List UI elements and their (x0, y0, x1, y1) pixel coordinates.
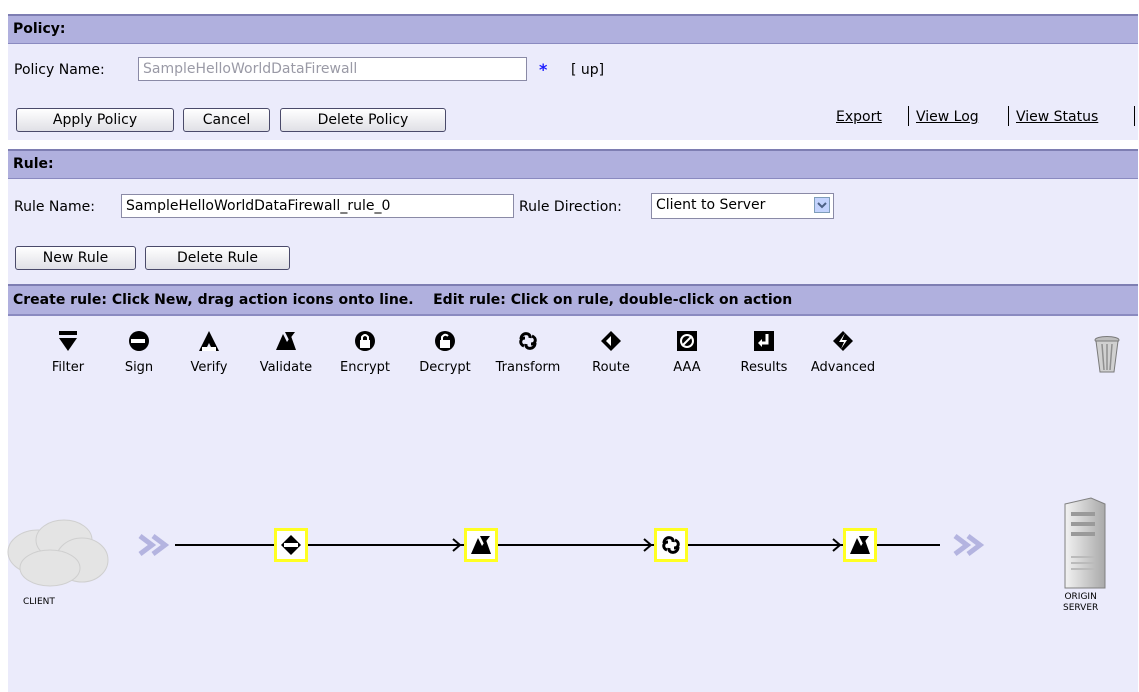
rule-panel: Rule Name: Rule Direction: Client to Ser… (8, 179, 1138, 284)
transform-action[interactable] (654, 528, 688, 562)
rule-direction-label: Rule Direction: (519, 199, 622, 215)
policy-name-label: Policy Name: (14, 62, 105, 78)
transform-icon (657, 534, 685, 556)
match-action[interactable] (274, 528, 308, 562)
rule-instructions: Create rule: Click New, drag action icon… (8, 284, 1138, 315)
link-divider (1008, 106, 1009, 126)
link-divider (908, 106, 909, 126)
policy-panel: Policy Name: * [ up] Apply Policy Cancel… (8, 44, 1138, 140)
policy-status: [ up] (571, 62, 605, 78)
export-link[interactable]: Export (836, 109, 882, 125)
required-mark: * (539, 60, 548, 79)
rule-editor-canvas[interactable]: Filter Sign Verify Validate Encrypt Decrypt Tr… (7, 315, 1138, 692)
view-log-link[interactable]: View Log (916, 109, 979, 125)
link-divider (1134, 106, 1135, 126)
validate-action[interactable] (843, 528, 877, 562)
view-status-link[interactable]: View Status (1016, 109, 1098, 125)
cancel-button[interactable]: Cancel (183, 108, 270, 132)
new-rule-button[interactable]: New Rule (15, 246, 136, 270)
chevron-down-icon[interactable] (814, 197, 830, 213)
validate-action[interactable] (464, 528, 498, 562)
policy-header: Policy: (8, 14, 1138, 44)
rule-name-input[interactable] (121, 194, 514, 218)
rule-direction-value: Client to Server (656, 197, 766, 213)
delete-policy-button[interactable]: Delete Policy (280, 108, 446, 132)
rule-direction-select[interactable]: Client to Server (651, 193, 834, 219)
rule-name-label: Rule Name: (14, 199, 95, 215)
policy-name-input[interactable] (138, 57, 527, 81)
rule-header: Rule: (8, 149, 1138, 179)
rule-processing-line[interactable] (8, 316, 1138, 692)
validate-icon (846, 534, 874, 556)
apply-policy-button[interactable]: Apply Policy (16, 108, 174, 132)
match-icon (277, 534, 305, 556)
delete-rule-button[interactable]: Delete Rule (145, 246, 290, 270)
validate-icon (467, 534, 495, 556)
